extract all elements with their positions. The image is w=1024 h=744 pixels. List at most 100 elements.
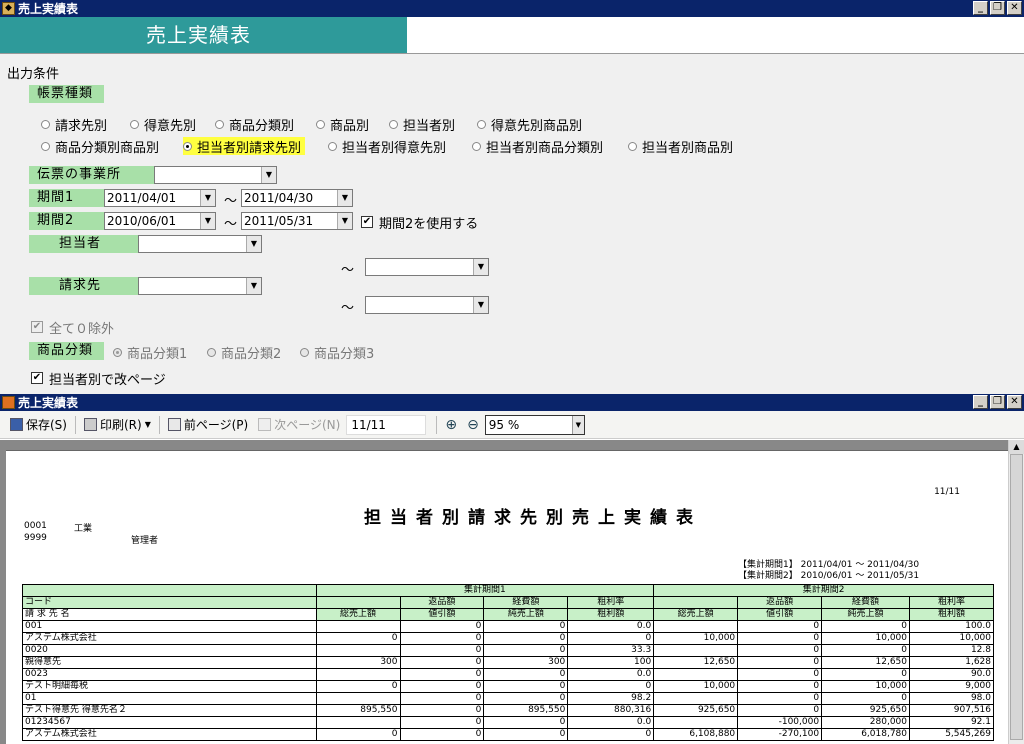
zoom-out-button[interactable]: ⊖: [463, 414, 483, 436]
radio-type-11[interactable]: 担当者別商品別: [628, 137, 733, 156]
radio-type-3[interactable]: 商品分類別: [215, 115, 295, 134]
vertical-scrollbar[interactable]: ▲: [1008, 440, 1024, 744]
chevron-down-icon: ▼: [337, 190, 352, 206]
period2-from-date[interactable]: 2010/06/01 ▼: [104, 212, 216, 230]
table-cell: 92.1: [909, 716, 994, 729]
category-label: 商品分類: [29, 342, 104, 360]
table-cell: 895,550: [315, 704, 401, 717]
page-number-input[interactable]: 11/11: [346, 414, 427, 435]
staff-from-select[interactable]: ▼: [138, 235, 262, 253]
check-icon: ✔: [31, 372, 43, 384]
chevron-down-icon: ▼: [473, 259, 488, 275]
header-cell: 返品額: [737, 596, 823, 609]
radio-type-2[interactable]: 得意先別: [130, 115, 196, 134]
zoom-out-icon: ⊖: [467, 416, 479, 433]
office-select[interactable]: ▼: [154, 166, 277, 184]
minimize-button[interactable]: _: [973, 395, 988, 409]
header-cell: 総売上額: [315, 608, 401, 621]
table-cell: 100.0: [909, 620, 994, 633]
table-cell: 0: [399, 692, 485, 705]
table-cell: 0: [737, 680, 823, 693]
staff-to-select[interactable]: ▼: [365, 258, 489, 276]
next-page-button[interactable]: 次ページ(N): [254, 414, 344, 436]
check-icon: ✔: [31, 321, 43, 333]
range-tilde: ～: [224, 217, 238, 232]
radio-type-1[interactable]: 請求先別: [41, 115, 107, 134]
report-table: 集計期間1 集計期間2 コード 返品額 経費額 粗利率 返品額 経費額 粗利率 請 求 先 名…: [22, 584, 994, 741]
zoom-in-button[interactable]: ⊕: [441, 414, 461, 436]
table-cell: 0: [399, 704, 485, 717]
radio-type-7[interactable]: 商品分類別商品別: [41, 137, 159, 156]
range-tilde: ～: [224, 194, 238, 209]
radio-type-9[interactable]: 担当者別得意先別: [328, 137, 446, 156]
period2-to-date[interactable]: 2011/05/31 ▼: [241, 212, 353, 230]
table-cell: [653, 692, 739, 705]
admin-name: 管理者: [131, 536, 159, 546]
zoom-in-icon: ⊕: [445, 416, 458, 433]
table-header-row: コード 返品額 経費額 粗利率 返品額 経費額 粗利率: [22, 596, 994, 609]
zoom-select[interactable]: 95 % ▼: [484, 414, 585, 435]
range-tilde: ～: [341, 301, 355, 316]
restore-button[interactable]: ❐: [990, 395, 1005, 409]
header-cell: [653, 596, 739, 609]
radio-label: 商品分類別: [229, 118, 295, 134]
report-canvas[interactable]: 11/11 担当者別請求先別売上実績表 0001 工業 9999 管理者 【集計…: [0, 440, 1008, 744]
table-cell: 0: [821, 692, 910, 705]
page-break-checkbox[interactable]: ✔ 担当者別で改ページ: [31, 369, 166, 388]
scroll-up-icon[interactable]: ▲: [1009, 440, 1024, 454]
header-cell: コード: [22, 596, 317, 609]
prev-page-button[interactable]: 前ページ(P): [164, 414, 252, 436]
table-cell: 100: [567, 656, 655, 669]
header-cell: [22, 584, 317, 597]
header-cell: 粗利額: [909, 608, 994, 621]
table-cell: 0: [737, 656, 823, 669]
table-cell: 300: [483, 656, 569, 669]
radio-type-6[interactable]: 得意先別商品別: [477, 115, 583, 134]
office-label: 伝票の事業所: [29, 166, 154, 184]
window-title: 売上実績表: [18, 2, 79, 16]
header-cell: 返品額: [399, 596, 485, 609]
period1-from-date[interactable]: 2011/04/01 ▼: [104, 189, 216, 207]
customer-label: 請求先: [29, 277, 138, 295]
radio-label: 商品別: [330, 118, 370, 134]
section-label: 出力条件: [7, 67, 60, 82]
radio-category-1[interactable]: 商品分類1: [113, 343, 187, 362]
checkbox-label: 全て０除外: [49, 321, 115, 337]
header-cell: 請 求 先 名: [22, 608, 317, 621]
table-cell: 925,650: [653, 704, 739, 717]
table-header-row: 請 求 先 名総売上額 値引額 純売上額 粗利額 総売上額 値引額 純売上額 粗利額: [22, 608, 994, 621]
radio-type-4[interactable]: 商品別: [316, 115, 370, 134]
radio-type-8[interactable]: 担当者別請求先別: [183, 137, 306, 156]
date-value: 2010/06/01: [107, 214, 177, 228]
table-cell: 0: [483, 620, 569, 633]
restore-button[interactable]: ❐: [990, 1, 1005, 15]
table-cell: 0: [315, 680, 401, 693]
chevron-down-icon: ▼: [473, 297, 488, 313]
save-button[interactable]: 保存(S): [6, 414, 71, 436]
radio-category-2[interactable]: 商品分類2: [207, 343, 281, 362]
chevron-down-icon: ▼: [200, 213, 215, 229]
chevron-down-icon: ▼: [337, 213, 352, 229]
table-cell: 0020: [22, 644, 317, 657]
header-cell: 純売上額: [821, 608, 910, 621]
minimize-button[interactable]: _: [973, 1, 988, 15]
table-cell: 33.3: [567, 644, 655, 657]
header-cell: 総売上額: [653, 608, 739, 621]
customer-to-select[interactable]: ▼: [365, 296, 489, 314]
radio-category-3[interactable]: 商品分類3: [300, 343, 375, 362]
exclude-zero-checkbox[interactable]: ✔ 全て０除外: [31, 318, 115, 337]
use-period2-checkbox[interactable]: ✔ 期間2を使用する: [361, 213, 478, 232]
radio-label: 商品分類3: [314, 346, 375, 362]
table-cell: 0: [737, 704, 823, 717]
close-button[interactable]: ✕: [1007, 1, 1022, 15]
close-button[interactable]: ✕: [1007, 395, 1022, 409]
print-button[interactable]: 印刷(R) ▼: [80, 414, 155, 436]
table-cell: 01234567: [22, 716, 317, 729]
period1-to-date[interactable]: 2011/04/30 ▼: [241, 189, 353, 207]
table-cell: 0.0: [567, 716, 655, 729]
radio-label: 得意先別商品別: [491, 118, 583, 134]
scroll-thumb[interactable]: [1010, 454, 1023, 740]
customer-from-select[interactable]: ▼: [138, 277, 262, 295]
radio-type-5[interactable]: 担当者別: [389, 115, 455, 134]
radio-type-10[interactable]: 担当者別商品分類別: [472, 137, 603, 156]
